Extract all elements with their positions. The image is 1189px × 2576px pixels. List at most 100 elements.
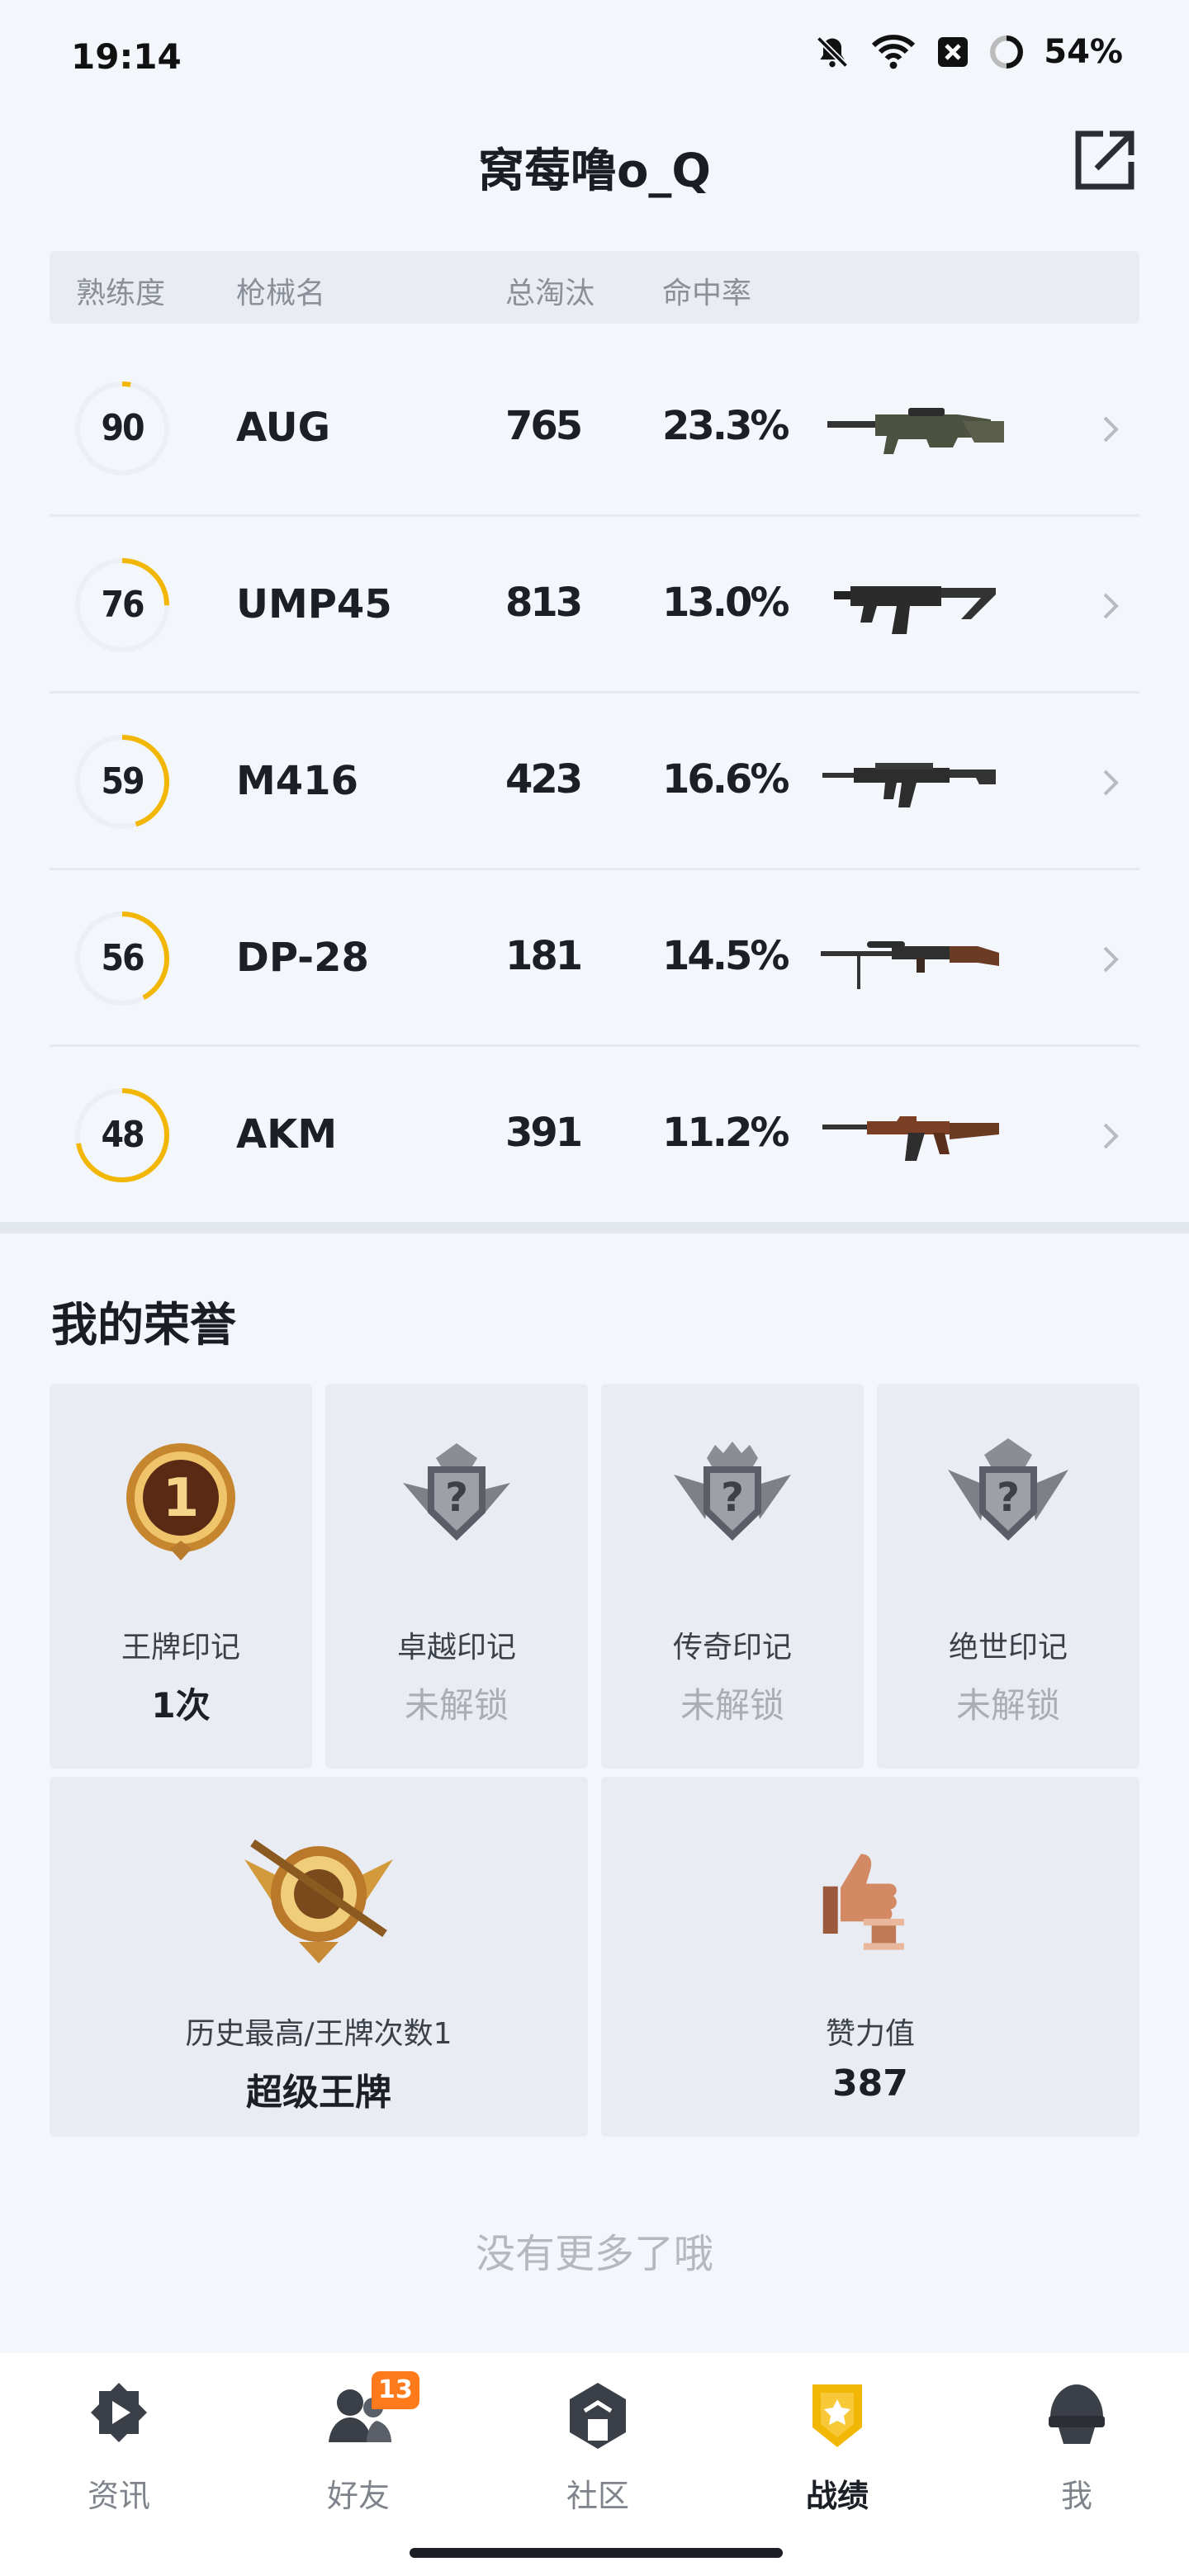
- mastery-ring: 76: [73, 556, 172, 655]
- weapon-row-akm[interactable]: 48 AKM 391 11.2%: [50, 1047, 1139, 1224]
- tab-news[interactable]: 资讯: [36, 2378, 201, 2543]
- weapon-list: 90 AUG 765 23.3% 76 UMP45 813 13.0% 59 M…: [50, 340, 1139, 1224]
- weapon-name: M416: [236, 758, 358, 804]
- badge-label: 绝世印记: [948, 1631, 1068, 1664]
- chevron-right-icon: [1103, 593, 1119, 619]
- profile-helmet-icon: [1049, 2384, 1105, 2444]
- weapon-kills: 391: [505, 1110, 583, 1156]
- weapon-accuracy: 14.5%: [662, 933, 790, 979]
- badge-label: 王牌印记: [121, 1631, 240, 1664]
- mastery-value: 76: [101, 584, 144, 626]
- weapon-name: AUG: [236, 405, 331, 451]
- aug-rifle-icon: [827, 408, 1004, 454]
- tab-community[interactable]: 社区: [515, 2378, 680, 2543]
- page-title: 窝莓噜o_Q: [477, 144, 712, 198]
- honor-section-title: 我的荣誉: [51, 1299, 236, 1352]
- locked-crest-icon: ?: [948, 1438, 1068, 1541]
- likes-card[interactable]: 赞力值 387: [601, 1777, 1139, 2137]
- weapon-table-header: 熟练度 枪械名 总淘汰 命中率: [50, 251, 1139, 324]
- header-accuracy: 命中率: [662, 277, 752, 310]
- m416-rifle-icon: [822, 763, 996, 807]
- header-mastery: 熟练度: [76, 277, 166, 310]
- svg-text:1: 1: [163, 1468, 200, 1529]
- weapon-kills: 423: [505, 756, 583, 803]
- community-icon: [570, 2383, 626, 2449]
- weapon-row-ump45[interactable]: 76 UMP45 813 13.0%: [50, 517, 1139, 694]
- thumbs-up-trophy-icon: [822, 1854, 904, 1950]
- badge-excellence-mark[interactable]: ? 卓越印记 未解锁: [325, 1384, 588, 1769]
- honor-badges: 1 王牌印记 1次 ? 卓越印记 未解锁 ? 传奇印记 未解锁 ? 绝世印记 未…: [50, 1384, 1139, 1769]
- tab-label: 社区: [566, 2478, 629, 2514]
- weapon-kills: 813: [505, 580, 583, 626]
- svg-text:?: ?: [997, 1475, 1020, 1521]
- mastery-value: 56: [101, 937, 144, 979]
- mute-bell-icon: [814, 34, 850, 70]
- status-time: 19:14: [71, 36, 182, 77]
- weapon-accuracy: 16.6%: [662, 756, 790, 803]
- page-header: 窝莓噜o_Q: [0, 124, 1189, 215]
- tab-friends[interactable]: 13 好友: [276, 2371, 441, 2543]
- likes-value: 387: [832, 2062, 908, 2105]
- weapon-accuracy: 23.3%: [662, 403, 790, 449]
- weapon-row-m416[interactable]: 59 M416 423 16.6%: [50, 694, 1139, 870]
- weapon-kills: 765: [505, 403, 583, 449]
- end-of-list-text: 没有更多了哦: [475, 2231, 713, 2277]
- tab-label: 战绩: [805, 2478, 869, 2514]
- section-divider: [0, 1222, 1189, 1234]
- badge-value: 未解锁: [680, 1685, 784, 1726]
- news-icon: [91, 2383, 147, 2442]
- locked-crest-icon: ?: [674, 1442, 791, 1541]
- tab-label: 我: [1060, 2478, 1092, 2514]
- weapon-row-dp28[interactable]: 56 DP-28 181 14.5%: [50, 870, 1139, 1047]
- home-indicator[interactable]: [410, 2548, 783, 2558]
- badge-ace-mark[interactable]: 1 王牌印记 1次: [50, 1384, 312, 1769]
- mastery-ring: 48: [73, 1086, 172, 1185]
- ace-medal-icon: 1: [126, 1443, 235, 1560]
- badge-legend-mark[interactable]: ? 传奇印记 未解锁: [601, 1384, 864, 1769]
- locked-crest-icon: ?: [403, 1443, 510, 1541]
- highest-rank-card[interactable]: 历史最高/王牌次数1 超级王牌: [50, 1777, 588, 2137]
- chevron-right-icon: [1103, 416, 1119, 443]
- weapon-name: DP-28: [236, 935, 369, 981]
- badge-value: 未解锁: [955, 1685, 1060, 1726]
- mastery-ring: 56: [73, 909, 172, 1008]
- tab-me[interactable]: 我: [994, 2378, 1159, 2543]
- chevron-right-icon: [1103, 769, 1119, 796]
- tab-label: 资讯: [87, 2478, 150, 2514]
- mastery-value: 48: [101, 1114, 144, 1156]
- mastery-value: 90: [101, 407, 144, 449]
- likes-label: 赞力值: [825, 2017, 915, 2051]
- share-button[interactable]: [1067, 124, 1141, 198]
- akm-rifle-icon: [822, 1116, 999, 1161]
- share-export-icon: [1075, 130, 1135, 190]
- weapon-row-aug[interactable]: 90 AUG 765 23.3%: [50, 340, 1139, 517]
- no-sim-icon: [936, 36, 969, 69]
- status-icons: 54%: [814, 33, 1123, 71]
- highest-rank-value: 超级王牌: [246, 2072, 391, 2114]
- svg-text:?: ?: [721, 1475, 744, 1521]
- chevron-right-icon: [1103, 946, 1119, 973]
- badge-label: 传奇印记: [672, 1631, 792, 1664]
- chevron-right-icon: [1103, 1123, 1119, 1149]
- bottom-tab-bar: 资讯 13 好友 社区 战绩 我: [0, 2353, 1189, 2576]
- battery-ring-icon: [989, 35, 1024, 69]
- battery-percent: 54%: [1044, 33, 1123, 71]
- header-weapon: 枪械名: [236, 277, 326, 310]
- mastery-ring: 90: [73, 379, 172, 478]
- badge-peerless-mark[interactable]: ? 绝世印记 未解锁: [877, 1384, 1139, 1769]
- weapon-name: AKM: [236, 1111, 338, 1158]
- smg-icon: [834, 586, 996, 634]
- header-kills: 总淘汰: [505, 277, 595, 310]
- weapon-accuracy: 11.2%: [662, 1110, 790, 1156]
- friends-notification-badge: 13: [372, 2371, 419, 2409]
- mastery-ring: 59: [73, 732, 172, 831]
- mastery-value: 59: [101, 760, 144, 803]
- weapon-name: UMP45: [236, 581, 392, 627]
- status-bar: 19:14 54%: [0, 0, 1189, 107]
- weapon-kills: 181: [505, 933, 583, 979]
- record-icon: [812, 2384, 862, 2447]
- highest-rank-label: 历史最高/王牌次数1: [185, 2017, 452, 2051]
- tab-record[interactable]: 战绩: [755, 2378, 920, 2543]
- svg-text:?: ?: [445, 1475, 468, 1521]
- tab-label: 好友: [326, 2478, 390, 2514]
